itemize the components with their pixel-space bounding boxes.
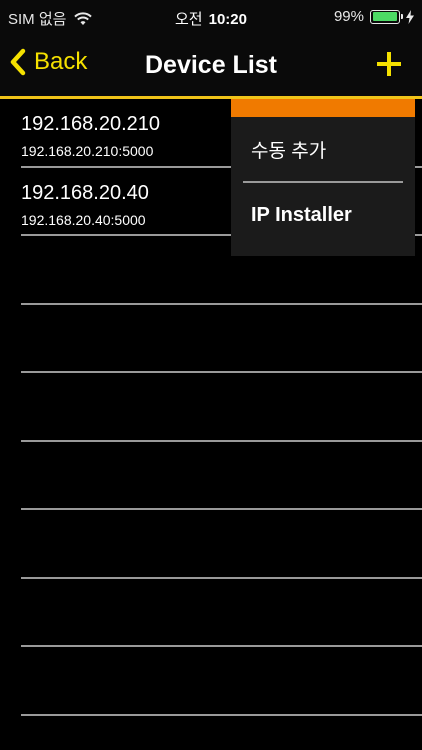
- status-time: 10:20: [208, 11, 247, 28]
- charging-bolt-icon: [406, 9, 414, 24]
- device-ip: 192.168.20.40: [21, 181, 149, 204]
- device-row[interactable]: [21, 579, 422, 647]
- status-bar: SIM 없음 오전 10:20 99%: [0, 0, 422, 34]
- menu-header-bar: [231, 99, 415, 117]
- menu-item-label: 수동 추가: [251, 140, 327, 162]
- add-device-menu: 수동 추가 IP Installer: [231, 99, 415, 256]
- device-row[interactable]: [21, 305, 422, 373]
- device-row[interactable]: [21, 373, 422, 442]
- page-title: Device List: [144, 51, 277, 79]
- device-address: 192.168.20.40:5000: [21, 211, 146, 228]
- menu-item-ip-installer[interactable]: IP Installer: [231, 183, 415, 247]
- navigation-bar: Back Device List: [0, 34, 422, 96]
- battery-icon: [370, 9, 403, 24]
- battery-percent: 99%: [333, 8, 364, 25]
- status-ampm: 오전: [175, 11, 203, 28]
- plus-icon[interactable]: [376, 51, 402, 77]
- status-right: 99%: [334, 8, 414, 25]
- device-address: 192.168.20.210:5000: [21, 143, 154, 159]
- battery-fill: [372, 12, 398, 21]
- device-ip: 192.168.20.210: [21, 113, 161, 135]
- device-row[interactable]: [21, 647, 422, 716]
- menu-item-manual-add[interactable]: 수동 추가: [231, 117, 415, 181]
- device-row[interactable]: [21, 510, 422, 579]
- device-row[interactable]: [21, 442, 422, 510]
- menu-item-label: IP Installer: [251, 203, 352, 226]
